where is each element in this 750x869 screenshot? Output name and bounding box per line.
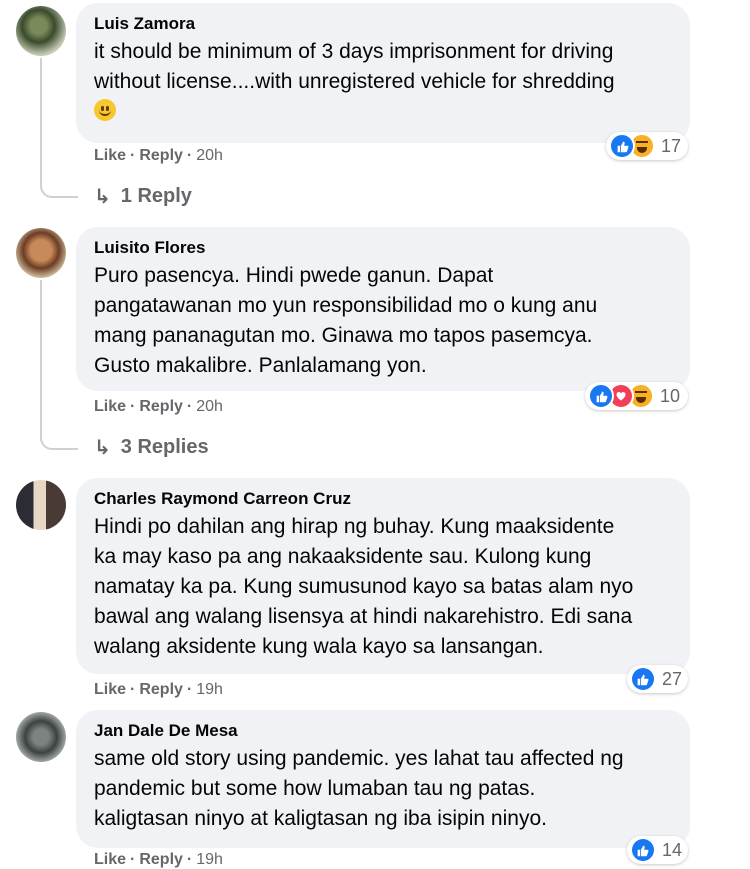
avatar[interactable]: [16, 480, 66, 530]
reply-button[interactable]: Reply: [139, 851, 183, 869]
replies-count-label: 1 Reply: [120, 185, 192, 207]
like-button[interactable]: Like: [94, 398, 126, 416]
reactions-summary[interactable]: 10: [585, 382, 688, 410]
reply-button[interactable]: Reply: [139, 147, 183, 165]
reactions-summary[interactable]: 14: [627, 836, 688, 864]
reactions-summary[interactable]: 27: [627, 665, 688, 693]
comment-actions: Like · Reply · 20h: [94, 147, 223, 165]
like-reaction-icon: [609, 133, 635, 159]
avatar[interactable]: [16, 712, 66, 762]
comment-text: Puro pasencya. Hindi pwede ganun. Dapat …: [94, 264, 598, 377]
comment-author[interactable]: Jan Dale De Mesa: [94, 720, 672, 742]
comment-time[interactable]: 19h: [196, 681, 223, 699]
comment-text: same old story using pandemic. yes lahat…: [94, 747, 624, 830]
avatar[interactable]: [16, 228, 66, 278]
comment-time[interactable]: 20h: [196, 398, 223, 416]
comment-author[interactable]: Luis Zamora: [94, 13, 672, 35]
like-button[interactable]: Like: [94, 681, 126, 699]
reply-arrow-icon: ↳: [94, 437, 111, 459]
reactions-summary[interactable]: 17: [606, 132, 688, 160]
comment-time[interactable]: 19h: [196, 851, 223, 869]
avatar[interactable]: [16, 6, 66, 56]
like-reaction-icon: [588, 383, 614, 409]
like-button[interactable]: Like: [94, 147, 126, 165]
reply-button[interactable]: Reply: [139, 681, 183, 699]
comment-bubble: Luis Zamora it should be minimum of 3 da…: [76, 3, 690, 143]
comment-bubble: Luisito Flores Puro pasencya. Hindi pwed…: [76, 227, 690, 391]
comment-text: it should be minimum of 3 days imprisonm…: [94, 40, 615, 93]
comment-time[interactable]: 20h: [196, 147, 223, 165]
comment-actions: Like · Reply · 19h: [94, 851, 223, 869]
like-reaction-icon: [630, 666, 656, 692]
comment-bubble: Jan Dale De Mesa same old story using pa…: [76, 710, 690, 848]
comment-text: Hindi po dahilan ang hirap ng buhay. Kun…: [94, 515, 634, 658]
reaction-count: 27: [661, 668, 682, 689]
slightly-smiling-face-emoji: [94, 99, 116, 121]
reply-arrow-icon: ↳: [94, 186, 111, 208]
view-replies-button[interactable]: ↳ 3 Replies: [94, 435, 209, 460]
like-reaction-icon: [630, 837, 656, 863]
reaction-count: 17: [661, 135, 682, 156]
reply-button[interactable]: Reply: [139, 398, 183, 416]
comment-author[interactable]: Luisito Flores: [94, 237, 672, 259]
view-replies-button[interactable]: ↳ 1 Reply: [94, 184, 192, 209]
comment-author[interactable]: Charles Raymond Carreon Cruz: [94, 488, 672, 510]
reaction-count: 10: [660, 385, 681, 406]
reaction-count: 14: [661, 839, 682, 860]
thread-line: [40, 58, 78, 198]
like-button[interactable]: Like: [94, 851, 126, 869]
comment-actions: Like · Reply · 19h: [94, 681, 223, 699]
comment-bubble: Charles Raymond Carreon Cruz Hindi po da…: [76, 478, 690, 674]
comment-actions: Like · Reply · 20h: [94, 398, 223, 416]
thread-line: [40, 280, 78, 450]
replies-count-label: 3 Replies: [120, 436, 209, 458]
